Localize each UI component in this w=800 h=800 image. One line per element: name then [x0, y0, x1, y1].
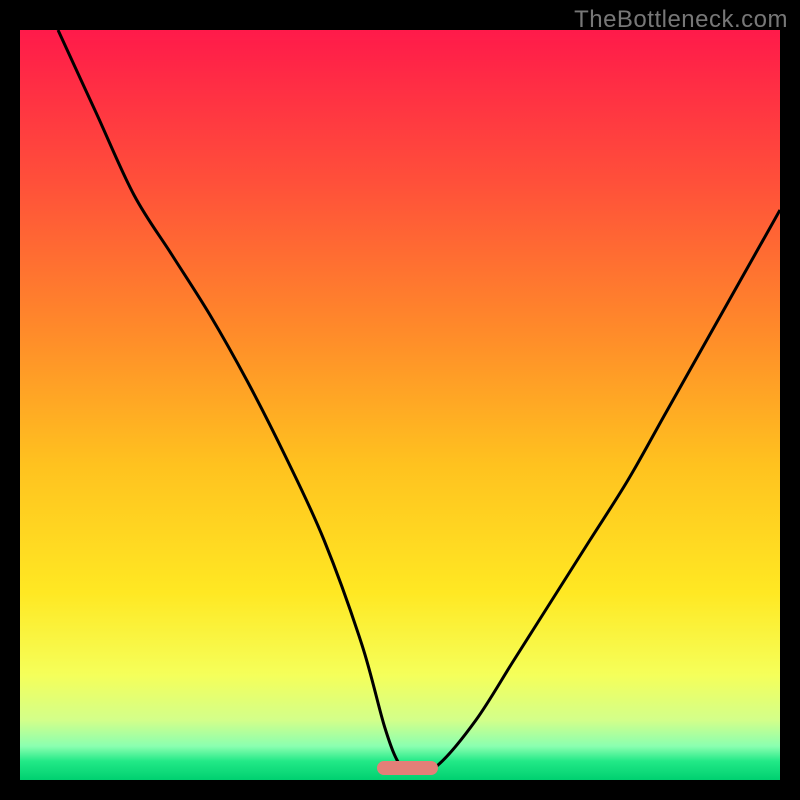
watermark-text: TheBottleneck.com — [574, 6, 788, 34]
bottleneck-curve-svg — [20, 30, 780, 780]
chart-frame: TheBottleneck.com — [0, 0, 800, 800]
optimum-marker — [377, 761, 438, 775]
bottleneck-curve — [58, 30, 780, 773]
plot-area — [20, 30, 780, 780]
